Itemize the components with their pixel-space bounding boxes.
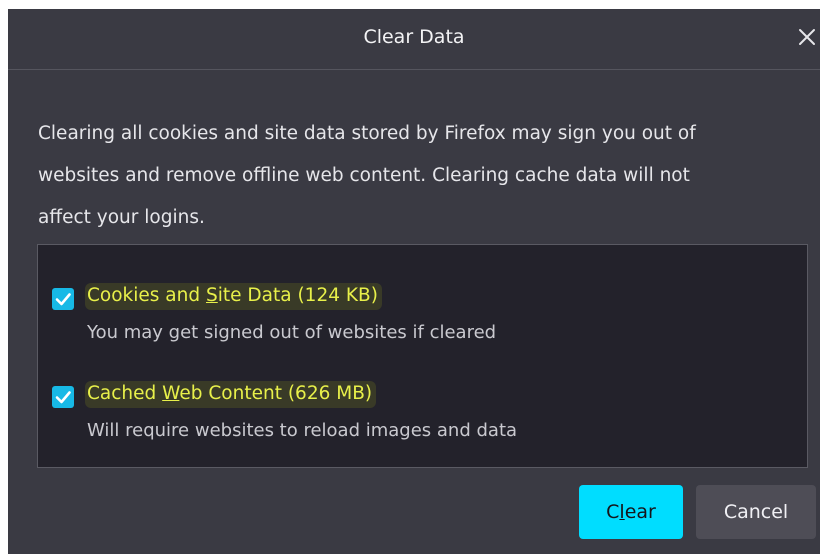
label-text: Cached: [87, 383, 163, 404]
access-key: S: [206, 285, 218, 306]
cancel-button[interactable]: Cancel: [696, 485, 816, 539]
cookies-checkbox[interactable]: [52, 288, 74, 310]
button-text: ear: [624, 501, 656, 523]
description-line: websites and remove offline web content.…: [38, 165, 690, 186]
access-key: W: [162, 383, 180, 404]
label-text: Cookies and: [87, 285, 206, 306]
checkmark-icon: [55, 293, 71, 306]
button-text: C: [606, 501, 620, 523]
label-text: eb Content (626 MB): [179, 383, 373, 404]
dialog-titlebar: Clear Data: [8, 9, 820, 70]
dialog-description: Clearing all cookies and site data store…: [38, 113, 798, 239]
options-panel: Cookies and Site Data (124 KB) You may g…: [37, 244, 808, 468]
close-icon: [799, 29, 815, 45]
label-text: ite Data (124 KB): [217, 285, 378, 306]
description-line: Clearing all cookies and site data store…: [38, 123, 696, 144]
clear-button[interactable]: Clear: [579, 485, 683, 539]
cache-hint: Will require websites to reload images a…: [87, 420, 518, 441]
cache-checkbox[interactable]: [52, 386, 74, 408]
clear-data-dialog: Clear Data Clearing all cookies and site…: [8, 9, 820, 554]
description-line: affect your logins.: [38, 207, 205, 228]
checkmark-icon: [55, 391, 71, 404]
dialog-title: Clear Data: [363, 26, 465, 48]
cache-label[interactable]: Cached Web Content (626 MB): [85, 381, 377, 408]
close-button[interactable]: [796, 25, 818, 49]
cookies-label[interactable]: Cookies and Site Data (124 KB): [85, 283, 382, 310]
cookies-hint: You may get signed out of websites if cl…: [87, 322, 497, 343]
